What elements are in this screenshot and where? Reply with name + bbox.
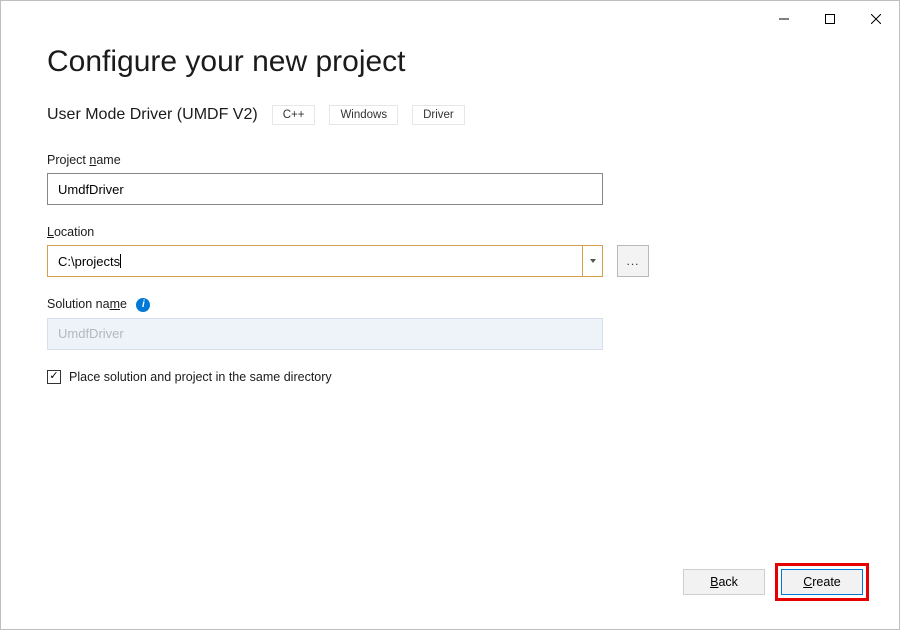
template-row: User Mode Driver (UMDF V2) C++ Windows D…	[47, 105, 853, 125]
tag-cpp: C++	[272, 105, 316, 125]
dialog-window: Configure your new project User Mode Dri…	[0, 0, 900, 630]
info-icon[interactable]: i	[136, 298, 150, 312]
maximize-icon	[825, 14, 835, 24]
titlebar	[1, 1, 899, 33]
template-name: User Mode Driver (UMDF V2)	[47, 106, 258, 124]
location-dropdown-button[interactable]	[582, 246, 602, 276]
project-name-label: Project name	[47, 153, 853, 167]
same-directory-row: ✓ Place solution and project in the same…	[47, 370, 853, 384]
minimize-icon	[779, 14, 789, 24]
solution-name-field: Solution name i UmdfDriver	[47, 297, 853, 350]
tag-windows: Windows	[329, 105, 398, 125]
chevron-down-icon	[590, 259, 596, 263]
footer: Back Create	[1, 563, 899, 629]
tag-driver: Driver	[412, 105, 465, 125]
same-directory-checkbox[interactable]: ✓	[47, 370, 61, 384]
close-icon	[871, 14, 881, 24]
create-button-highlight: Create	[775, 563, 869, 601]
content-area: Configure your new project User Mode Dri…	[1, 33, 899, 563]
browse-button[interactable]: ...	[617, 245, 649, 277]
ellipsis-icon: ...	[626, 254, 639, 268]
project-name-input[interactable]: UmdfDriver	[47, 173, 603, 205]
back-button[interactable]: Back	[683, 569, 765, 595]
page-title: Configure your new project	[47, 45, 853, 79]
close-button[interactable]	[853, 5, 899, 33]
solution-name-label: Solution name i	[47, 297, 853, 312]
location-input[interactable]: C:\projects	[48, 246, 582, 276]
location-field: Location C:\projects ...	[47, 225, 853, 277]
create-button[interactable]: Create	[781, 569, 863, 595]
location-combo[interactable]: C:\projects	[47, 245, 603, 277]
location-label: Location	[47, 225, 853, 239]
check-icon: ✓	[49, 371, 58, 382]
solution-name-input: UmdfDriver	[47, 318, 603, 350]
maximize-button[interactable]	[807, 5, 853, 33]
project-name-field: Project name UmdfDriver	[47, 153, 853, 205]
minimize-button[interactable]	[761, 5, 807, 33]
same-directory-label: Place solution and project in the same d…	[69, 370, 332, 384]
